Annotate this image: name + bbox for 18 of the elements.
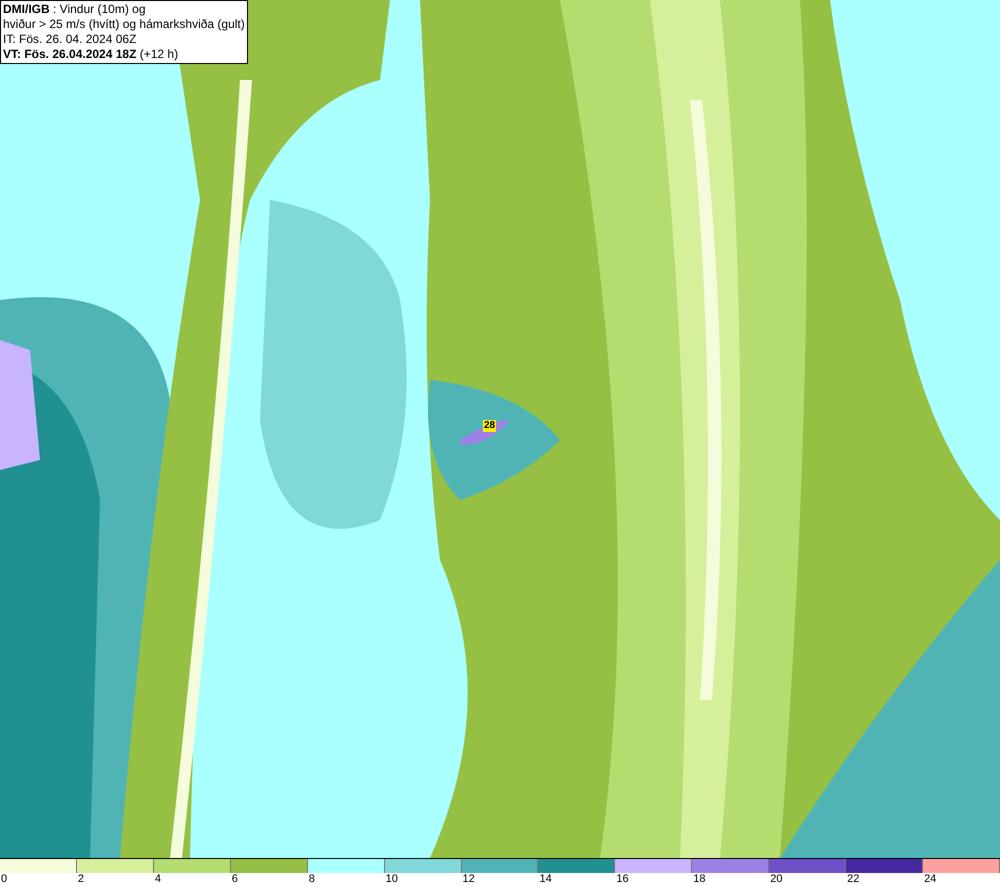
legend-tick-label: 12 [462,873,475,886]
legend-tick-label: 6 [230,873,238,886]
header-text: IT: Fös. 26. 04. 2024 06Z [3,32,138,47]
legend-tick-label: 24 [923,873,936,886]
header-text: VT: Fös. 26.04.2024 18Z (+12 h) [3,47,180,62]
legend-tick-label: 14 [538,873,552,886]
header-text: hviður > 25 m/s (hvítt) og hámarkshviða (gult) [3,17,245,32]
legend-tick-label: 20 [769,873,782,886]
legend-tick-label: 16 [615,873,629,886]
legend-tick-label: 22 [846,873,860,886]
max-gust-label: 28 [483,420,496,432]
legend-tick-label: 2 [76,873,84,886]
legend-tick-label: 10 [384,873,398,886]
header-text: DMI/IGB : Vindur (10m) og [3,2,146,17]
legend-tick-label: 8 [308,873,315,886]
legend-tick-label: 4 [154,873,161,886]
legend-tick-label: 18 [692,873,706,886]
legend-tick-label: 0 [0,873,8,886]
